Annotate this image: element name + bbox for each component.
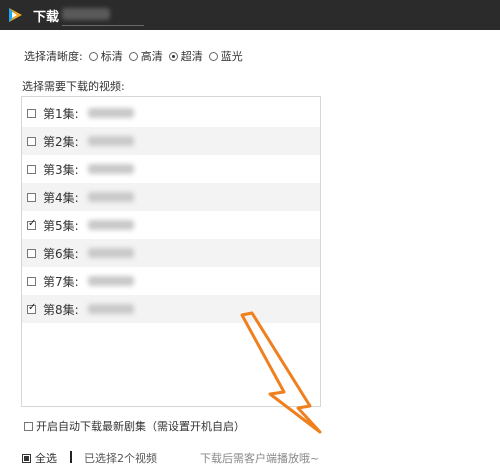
auto-download-label: 开启自动下载最新剧集（需设置开机自启） [36,420,245,433]
checkbox-icon[interactable] [27,136,36,146]
episode-row-7[interactable]: 第7集: [22,267,320,295]
selected-count-text: 已选择2个视频 [84,452,157,465]
radio-icon[interactable] [208,51,218,61]
footer-bar: 全选 已选择2个视频 下载后需客户端播放哦~ [22,450,332,466]
episode-label: 第4集: [43,190,79,205]
quality-label: 选择清晰度: [24,50,83,63]
episode-title-redacted [88,136,134,146]
episode-label: 第3集: [43,162,79,177]
episode-title-redacted [88,248,134,258]
client-playback-hint: 下载后需客户端播放哦~ [200,452,320,465]
episode-label: 第8集: [43,302,79,317]
footer-divider [70,451,72,463]
episode-label: 第1集: [43,106,79,121]
quality-option-label: 蓝光 [220,50,243,63]
episode-row-6[interactable]: 第6集: [22,239,320,267]
episode-label: 第6集: [43,246,79,261]
quality-option-label: 高清 [140,50,163,63]
episode-row-1[interactable]: 第1集: [22,99,320,127]
title-redacted [62,8,110,20]
quality-option-bluray[interactable]: 蓝光 [208,48,243,64]
select-all-checkbox-icon[interactable] [22,453,31,463]
episode-row-5[interactable]: 第5集: [22,211,320,239]
window-title: 下载 [33,10,60,25]
radio-icon[interactable] [88,51,98,61]
radio-selected-icon[interactable] [168,51,178,61]
quality-selector: 选择清晰度: 标清 高清 超清 蓝光 [24,48,249,64]
checkbox-icon[interactable] [27,108,36,118]
episode-label: 第5集: [43,218,79,233]
episode-row-4[interactable]: 第4集: [22,183,320,211]
episode-title-redacted [88,192,134,202]
quality-option-label: 超清 [180,50,203,63]
episode-label: 第2集: [43,134,79,149]
quality-option-label: 标清 [100,50,123,63]
title-divider [62,25,144,26]
annotation-arrow-icon [240,311,322,434]
select-all-button[interactable]: 全选 [22,450,57,466]
quality-option-sd[interactable]: 标清 [88,48,123,64]
episode-row-2[interactable]: 第2集: [22,127,320,155]
episode-title-redacted [88,108,134,118]
episode-title-redacted [88,220,134,230]
episode-title-redacted [88,164,134,174]
quality-option-shd[interactable]: 超清 [168,48,203,64]
checkbox-checked-icon[interactable] [27,218,36,230]
title-bar: 下载 [0,0,500,30]
checkbox-checked-icon[interactable] [27,302,36,314]
episode-title-redacted [88,276,134,286]
auto-download-toggle[interactable]: 开启自动下载最新剧集（需设置开机自启） [24,418,245,434]
checkbox-icon[interactable] [27,276,36,286]
checkbox-icon[interactable] [27,248,36,258]
checkbox-icon[interactable] [24,421,33,431]
checkbox-icon[interactable] [27,164,36,174]
episode-label: 第7集: [43,274,79,289]
radio-icon[interactable] [128,51,138,61]
select-all-label: 全选 [35,452,57,465]
episode-list-label: 选择需要下载的视频: [22,80,125,93]
tencent-video-logo-icon [9,8,22,22]
episode-row-3[interactable]: 第3集: [22,155,320,183]
quality-option-hd[interactable]: 高清 [128,48,163,64]
episode-title-redacted [88,304,134,314]
checkbox-icon[interactable] [27,192,36,202]
